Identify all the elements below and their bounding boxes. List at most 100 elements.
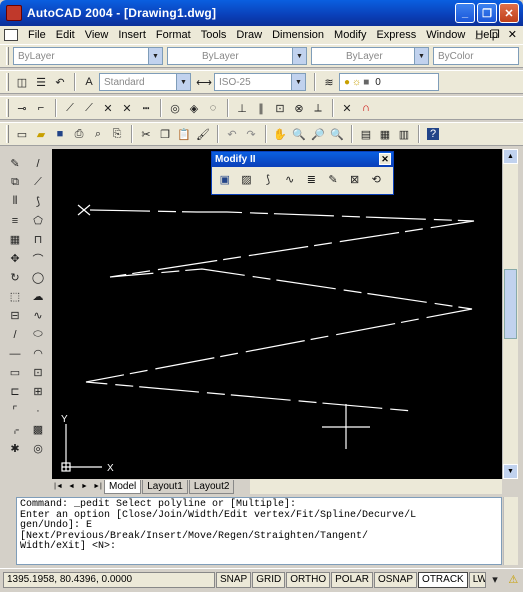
dim-style-icon[interactable]: ⟷ [195, 73, 213, 91]
snap-extension-icon[interactable]: ┅ [137, 99, 155, 117]
snap-node-icon[interactable]: ⊗ [290, 99, 308, 117]
snap-insert-icon[interactable]: ⊡ [271, 99, 289, 117]
snap-tangent-icon[interactable]: ◌ [204, 99, 222, 117]
linetype-combo[interactable]: ByLayer ▼ [167, 47, 307, 65]
snap-none-icon[interactable]: ✕ [338, 99, 356, 117]
edit-multiline-icon[interactable]: ≣ [303, 170, 321, 188]
toolbar-grip[interactable] [6, 73, 9, 91]
plotstyle-combo[interactable]: ByColor [433, 47, 519, 65]
construction-line-icon[interactable]: ⟋ [29, 174, 47, 191]
block-attr-manager-icon[interactable]: ⊠ [346, 170, 364, 188]
rotate-icon[interactable]: ↻ [6, 269, 24, 286]
copy-icon[interactable]: ❐ [156, 125, 174, 143]
make-block-icon[interactable]: ⊞ [29, 383, 47, 400]
coordinate-display[interactable]: 1395.1958, 80.4396, 0.0000 [3, 571, 215, 588]
explode-icon[interactable]: ✱ [6, 440, 24, 457]
snap-endpoint-icon[interactable]: ⟋ [61, 99, 79, 117]
edit-attribute-icon[interactable]: ✎ [324, 170, 342, 188]
ortho-toggle[interactable]: ORTHO [286, 571, 331, 588]
cut-icon[interactable]: ✂ [137, 125, 155, 143]
polygon-icon[interactable]: ⬠ [29, 212, 47, 229]
sync-attributes-icon[interactable]: ⟲ [367, 170, 385, 188]
menu-express[interactable]: Express [371, 29, 421, 41]
drawing-canvas[interactable]: Y X [52, 149, 502, 479]
insert-block-icon[interactable]: ⊡ [29, 364, 47, 381]
polyline-entity[interactable] [85, 209, 475, 412]
circle-icon[interactable]: ◯ [29, 269, 47, 286]
spline-icon[interactable]: ∿ [29, 307, 47, 324]
tool-palettes-icon[interactable]: ▥ [395, 125, 413, 143]
communication-center-icon[interactable]: ⚠ [505, 571, 522, 589]
modify-ii-title-bar[interactable]: Modify II ✕ [212, 152, 393, 167]
horizontal-scrollbar[interactable] [250, 479, 502, 494]
arc-icon[interactable]: ⌒ [29, 250, 47, 267]
publish-icon[interactable]: ⎘ [108, 125, 126, 143]
vertical-scrollbar[interactable]: ▲ ▼ [502, 149, 518, 479]
snap-center-icon[interactable]: ◎ [166, 99, 184, 117]
layer-states-icon[interactable]: ≋ [320, 73, 338, 91]
design-center-icon[interactable]: ▦ [376, 125, 394, 143]
tab-model[interactable]: Model [104, 479, 142, 494]
erase-icon[interactable]: ✎ [6, 155, 24, 172]
stretch-icon[interactable]: ⊟ [6, 307, 24, 324]
menu-insert[interactable]: Insert [113, 29, 151, 41]
edit-hatch-icon[interactable]: ▨ [238, 170, 256, 188]
snap-nearest-icon[interactable]: ⟂ [309, 99, 327, 117]
properties-icon[interactable]: ▤ [357, 125, 375, 143]
minimize-button[interactable]: _ [455, 3, 475, 23]
tab-first-icon[interactable]: |◄ [52, 480, 65, 493]
close-button[interactable]: ✕ [499, 3, 519, 23]
mirror-icon[interactable]: ⫴ [6, 193, 24, 210]
snap-parallel-icon[interactable]: ∥ [252, 99, 270, 117]
new-file-icon[interactable]: ▭ [13, 125, 31, 143]
polar-toggle[interactable]: POLAR [331, 571, 374, 588]
dim-style-combo[interactable]: ISO-25 ▼ [214, 73, 306, 91]
scale-icon[interactable]: ⬚ [6, 288, 24, 305]
offset-icon[interactable]: ≡ [6, 212, 24, 229]
extend-icon[interactable]: — [6, 345, 24, 362]
command-window-grip[interactable] [3, 497, 13, 565]
paste-icon[interactable]: 📋 [175, 125, 193, 143]
scroll-up-icon[interactable]: ▲ [503, 149, 518, 164]
edit-polyline-icon[interactable]: ⟆ [259, 170, 277, 188]
trim-icon[interactable]: / [6, 326, 24, 343]
restore-button[interactable]: ❐ [477, 3, 497, 23]
rectangle-icon[interactable]: ⊓ [29, 231, 47, 248]
zoom-realtime-icon[interactable]: 🔍 [290, 125, 308, 143]
polyline-icon[interactable]: ⟆ [29, 193, 47, 210]
copy-object-icon[interactable]: ⧉ [6, 174, 24, 191]
layer-combo[interactable]: ByLayer ▼ [13, 47, 163, 65]
ellipse-icon[interactable]: ⬭ [29, 326, 47, 343]
layer-control-combo[interactable]: ● ☼ ■ 0 [339, 73, 439, 91]
grid-toggle[interactable]: GRID [252, 571, 286, 588]
plot-preview-icon[interactable]: ⌕ [89, 125, 107, 143]
osnap-settings-icon[interactable]: ∩ [357, 99, 375, 117]
menu-edit[interactable]: Edit [51, 29, 80, 41]
edit-spline-icon[interactable]: ∿ [281, 170, 299, 188]
toolbar-grip[interactable] [6, 125, 9, 143]
draw-order-icon[interactable]: ▣ [216, 170, 234, 188]
status-menu-icon[interactable]: ▾ [486, 571, 503, 589]
lwt-toggle[interactable]: LWT [468, 571, 487, 588]
scroll-thumb[interactable] [504, 269, 517, 339]
command-scrollbar[interactable] [503, 497, 518, 565]
tab-prev-icon[interactable]: ◄ [65, 480, 78, 493]
ellipse-arc-icon[interactable]: ◠ [29, 345, 47, 362]
lineweight-combo[interactable]: ByLayer ▼ [311, 47, 429, 65]
menu-format[interactable]: Format [151, 29, 196, 41]
document-icon[interactable] [4, 29, 18, 41]
array-icon[interactable]: ▦ [6, 231, 24, 248]
break-point-icon[interactable]: ▭ [6, 364, 24, 381]
text-style-icon[interactable]: A [80, 73, 98, 91]
move-icon[interactable]: ✥ [6, 250, 24, 267]
plot-icon[interactable]: ⎙ [70, 125, 88, 143]
tab-layout1[interactable]: Layout1 [142, 479, 188, 494]
temp-track-icon[interactable]: ⊸ [13, 99, 31, 117]
menu-view[interactable]: View [80, 29, 114, 41]
redo-icon[interactable]: ↷ [242, 125, 260, 143]
snap-apparent-icon[interactable]: ✕ [118, 99, 136, 117]
menu-file[interactable]: File [23, 29, 51, 41]
tab-last-icon[interactable]: ►| [91, 480, 104, 493]
zoom-previous-icon[interactable]: 🔍 [328, 125, 346, 143]
match-properties-icon[interactable]: ◫ [13, 73, 31, 91]
